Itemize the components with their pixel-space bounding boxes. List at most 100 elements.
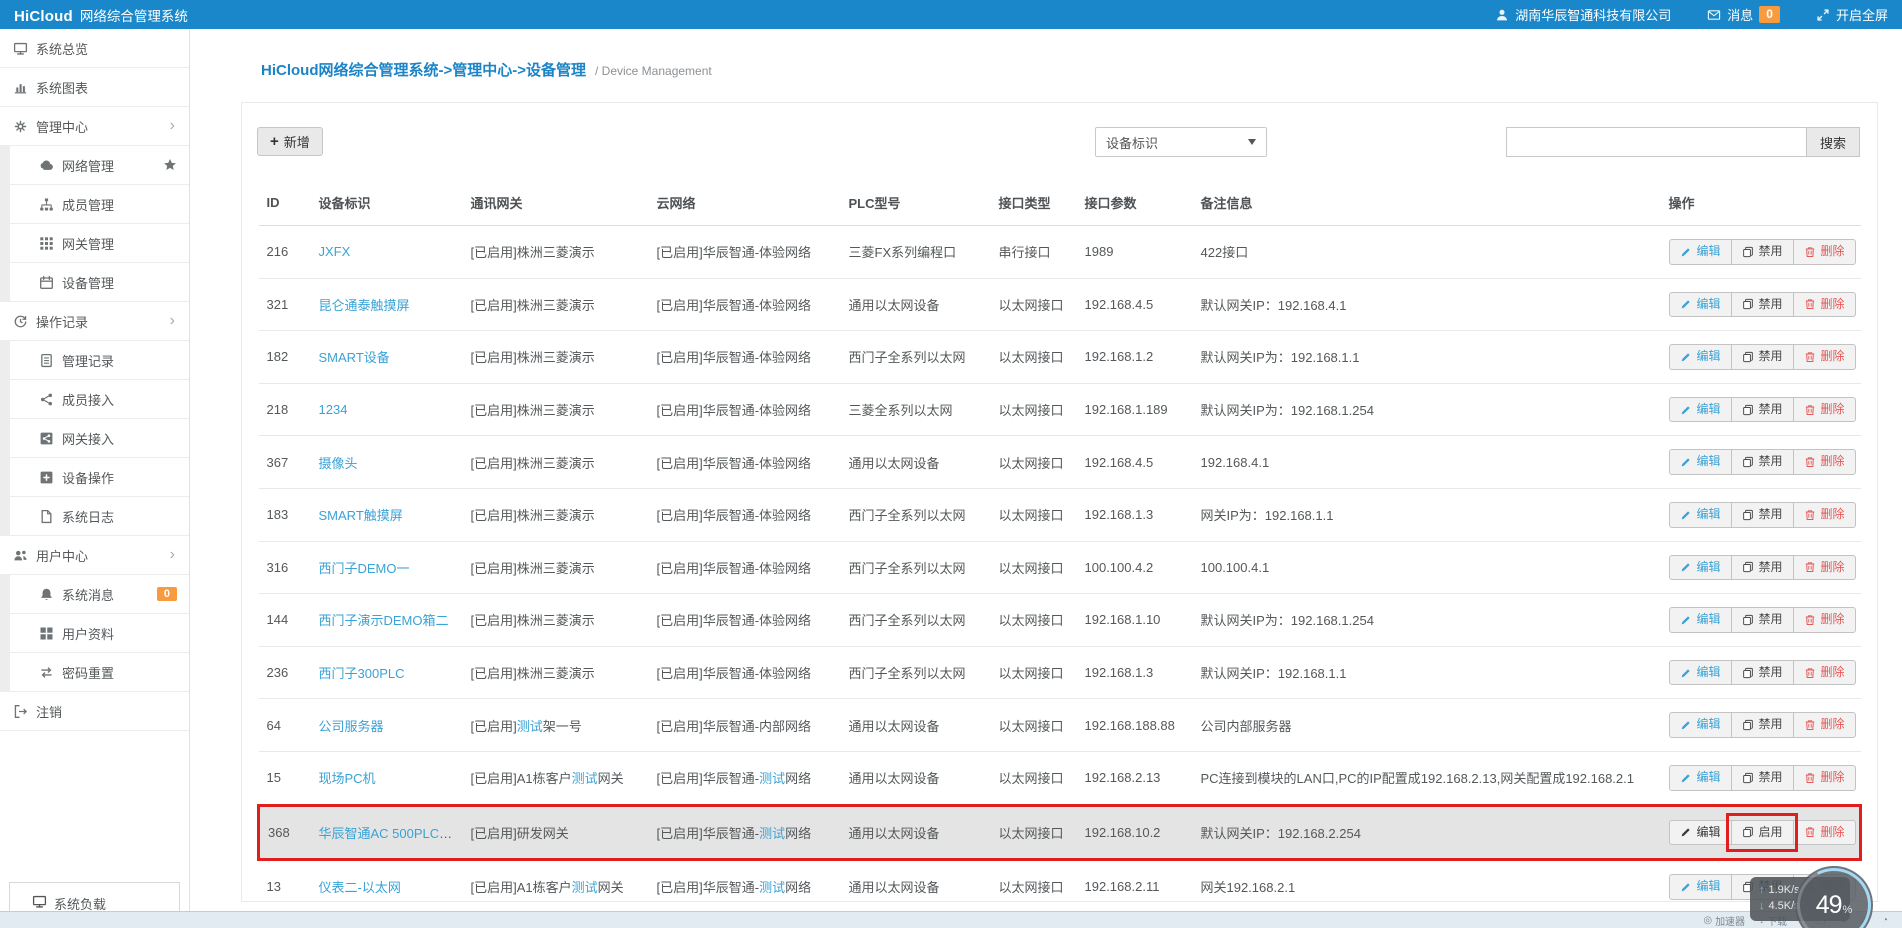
device-link[interactable]: 1234 <box>319 402 348 417</box>
sidebar-item-management-records[interactable]: 管理记录 <box>0 341 189 380</box>
edit-button[interactable]: 编辑 <box>1668 344 1732 370</box>
cell-actions: 编辑禁用删除 <box>1660 435 1861 489</box>
edit-button[interactable]: 编辑 <box>1668 764 1732 791</box>
edit-button[interactable]: 编辑 <box>1668 449 1732 475</box>
delete-button[interactable]: 删除 <box>1792 449 1856 475</box>
sidebar-item-system-messages[interactable]: 系统消息 0 <box>0 575 189 614</box>
filter-dropdown[interactable]: 设备标识 <box>1095 127 1267 157</box>
disable-button[interactable]: 禁用 <box>1730 764 1794 791</box>
sidebar-item-user-profile[interactable]: 用户资料 <box>0 614 189 653</box>
row-action-group: 编辑禁用删除 <box>1668 501 1856 528</box>
sidebar-item-system-overview[interactable]: 系统总览 <box>0 29 189 68</box>
cloud-icon <box>39 158 54 173</box>
edit-button[interactable]: 编辑 <box>1668 239 1732 265</box>
delete-button[interactable]: 删除 <box>1792 344 1856 370</box>
disable-button[interactable]: 禁用 <box>1730 607 1794 633</box>
column-header: ID <box>258 183 311 226</box>
breadcrumb-path[interactable]: HiCloud网络综合管理系统->管理中心->设备管理 <box>261 59 586 80</box>
pages-icon <box>1742 404 1754 416</box>
cell-actions: 编辑 启用 删除 <box>1660 803 1862 862</box>
device-link[interactable]: 西门子DEMO一 <box>319 561 410 576</box>
fullscreen-button[interactable]: 开启全屏 <box>1816 5 1888 24</box>
cell-id: 183 <box>258 488 311 542</box>
device-link[interactable]: JXFX <box>319 244 351 259</box>
enable-button[interactable]: 启用 <box>1725 812 1798 852</box>
delete-button[interactable]: 删除 <box>1792 291 1856 318</box>
doc-text-icon <box>39 353 54 368</box>
sidebar-item-management-center[interactable]: 管理中心 › <box>0 107 189 146</box>
disable-button[interactable]: 禁用 <box>1730 239 1794 265</box>
edit-button[interactable]: 编辑 <box>1668 291 1732 318</box>
disable-button[interactable]: 禁用 <box>1730 344 1794 370</box>
delete-button[interactable]: 删除 <box>1792 239 1856 265</box>
sidebar-item-logout[interactable]: 注销 <box>0 692 189 731</box>
edit-button[interactable]: 编辑 <box>1668 554 1732 581</box>
device-link[interactable]: 公司服务器 <box>319 719 384 734</box>
device-link[interactable]: SMART设备 <box>319 350 390 365</box>
edit-button[interactable]: 编辑 <box>1668 501 1732 528</box>
device-link[interactable]: 摄像头 <box>319 456 358 471</box>
delete-button[interactable]: 删除 <box>1792 501 1856 528</box>
add-device-button[interactable]: + 新增 <box>257 127 323 156</box>
sidebar-item-gateway-management[interactable]: 网关管理 <box>0 224 189 263</box>
cell-actions: 编辑禁用删除 <box>1660 330 1861 384</box>
disable-button[interactable]: 禁用 <box>1730 554 1794 581</box>
sidebar-item-label: 管理记录 <box>62 353 115 369</box>
edit-button[interactable]: 编辑 <box>1668 819 1732 846</box>
search-input[interactable] <box>1505 127 1806 157</box>
delete-button[interactable]: 删除 <box>1792 607 1856 633</box>
proxy-tool-icon[interactable]: ◔ <box>1882 915 1888 926</box>
disable-button[interactable]: 禁用 <box>1730 291 1794 318</box>
delete-button[interactable]: 删除 <box>1792 764 1856 791</box>
sidebar-item-device-management[interactable]: 设备管理 <box>0 263 189 302</box>
company-menu[interactable]: 湖南华辰智通科技有限公司 <box>1495 5 1671 24</box>
delete-button[interactable]: 删除 <box>1792 554 1856 581</box>
search-button[interactable]: 搜索 <box>1805 127 1860 157</box>
sidebar-item-system-logs[interactable]: 系统日志 <box>0 497 189 536</box>
delete-button[interactable]: 删除 <box>1792 396 1856 423</box>
cell-id: 218 <box>258 383 311 437</box>
grid-icon <box>39 236 54 251</box>
sidebar-item-label: 设备管理 <box>62 275 115 291</box>
device-link[interactable]: 现场PC机 <box>319 771 376 786</box>
sidebar-item-member-access[interactable]: 成员接入 <box>0 380 189 419</box>
sidebar-item-system-charts[interactable]: 系统图表 <box>0 68 189 107</box>
sidebar-item-gateway-access[interactable]: 网关接入 <box>0 419 189 458</box>
disable-button[interactable]: 禁用 <box>1730 396 1794 423</box>
device-link[interactable]: 华辰智通AC 500PLC001 <box>319 826 461 841</box>
disable-button[interactable]: 禁用 <box>1730 659 1794 686</box>
cell-cloud-network: [已启用]华辰智通-体验网络 <box>648 383 841 437</box>
disable-button[interactable]: 禁用 <box>1730 712 1794 738</box>
edit-button[interactable]: 编辑 <box>1668 874 1732 900</box>
device-link[interactable]: 仪表二-以太网 <box>319 880 401 895</box>
sidebar-item-operation-records[interactable]: 操作记录 › <box>0 302 189 341</box>
sidebar-item-network-management[interactable]: 网络管理 <box>0 146 189 185</box>
sidebar-item-password-reset[interactable]: 密码重置 <box>0 653 189 692</box>
cell-id: 13 <box>258 859 311 912</box>
device-link[interactable]: SMART触摸屏 <box>319 508 403 523</box>
sidebar-item-user-center[interactable]: 用户中心 › <box>0 536 189 575</box>
expand-icon <box>1816 8 1830 22</box>
messages-menu[interactable]: 消息 0 <box>1707 5 1780 24</box>
pages-icon <box>1742 614 1754 626</box>
delete-button[interactable]: 删除 <box>1792 659 1856 686</box>
cell-remark: 公司内部服务器 <box>1192 698 1661 752</box>
disable-button[interactable]: 禁用 <box>1730 501 1794 528</box>
disable-button[interactable]: 禁用 <box>1730 449 1794 475</box>
device-link[interactable]: 西门子演示DEMO箱二 <box>319 613 449 628</box>
edit-button[interactable]: 编辑 <box>1668 659 1732 686</box>
cell-actions: 编辑禁用删除 <box>1660 383 1861 437</box>
edit-button[interactable]: 编辑 <box>1668 712 1732 738</box>
sidebar-item-label: 注销 <box>36 704 63 720</box>
sidebar-item-device-operations[interactable]: 设备操作 <box>0 458 189 497</box>
delete-button[interactable]: 删除 <box>1792 819 1856 846</box>
device-link[interactable]: 昆仑通泰触摸屏 <box>319 298 410 313</box>
sidebar-item-member-management[interactable]: 成员管理 <box>0 185 189 224</box>
edit-button[interactable]: 编辑 <box>1668 396 1732 423</box>
edit-button[interactable]: 编辑 <box>1668 607 1732 633</box>
sidebar-item-label: 成员管理 <box>62 197 115 213</box>
accelerator-tool[interactable]: ◎ 加速器 <box>1703 913 1745 928</box>
delete-button[interactable]: 删除 <box>1792 712 1856 738</box>
cell-gateway: [已启用]A1栋客户测试网关 <box>462 751 649 806</box>
device-link[interactable]: 西门子300PLC <box>319 666 405 681</box>
